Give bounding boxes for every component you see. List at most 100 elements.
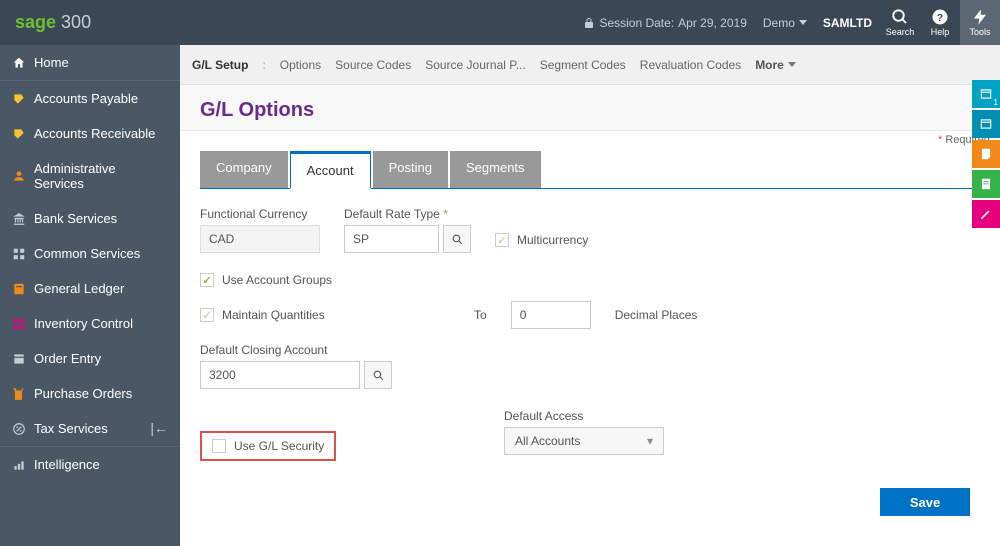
multicurrency-label: Multicurrency [517, 233, 588, 247]
search-icon [451, 233, 464, 246]
company-menu-label: Demo [763, 16, 795, 30]
search-button[interactable]: Search [880, 0, 920, 45]
company-menu[interactable]: Demo [755, 16, 815, 30]
page-header: G/L Options * Required [180, 85, 1000, 131]
default-rate-type-field[interactable] [344, 225, 439, 253]
sidebar-item-admin[interactable]: Administrative Services [0, 151, 180, 201]
use-account-groups-checkbox[interactable] [200, 273, 214, 287]
home-icon [12, 56, 26, 70]
use-gl-security-label: Use G/L Security [234, 439, 324, 453]
note-icon [979, 147, 993, 161]
help-button[interactable]: ? Help [920, 0, 960, 45]
intelligence-icon [12, 458, 26, 472]
sidebar-item-oe[interactable]: Order Entry [0, 341, 180, 376]
breadcrumb-source-codes[interactable]: Source Codes [335, 58, 411, 72]
sidebar-item-bank[interactable]: Bank Services [0, 201, 180, 236]
default-rate-type-finder[interactable] [443, 225, 471, 253]
order-icon [12, 352, 26, 366]
window-icon-2 [979, 117, 993, 131]
tab-segments[interactable]: Segments [450, 151, 541, 188]
use-account-groups-label: Use Account Groups [222, 273, 332, 287]
sidebar-item-label: Inventory Control [34, 316, 133, 331]
svg-text:?: ? [937, 12, 943, 24]
breadcrumb-segment-codes[interactable]: Segment Codes [540, 58, 626, 72]
breadcrumb-options[interactable]: Options [280, 58, 321, 72]
maintain-quantities-label: Maintain Quantities [222, 308, 325, 322]
search-icon [891, 8, 909, 26]
side-tab-3[interactable] [972, 140, 1000, 168]
sidebar-item-label: Tax Services [34, 421, 108, 436]
tools-icon [971, 8, 989, 26]
tabs: Company Account Posting Segments [200, 151, 980, 189]
default-closing-account-label: Default Closing Account [200, 343, 980, 357]
to-field[interactable] [511, 301, 591, 329]
side-tab-1[interactable]: 1 [972, 80, 1000, 108]
company-code[interactable]: SAMLTD [815, 16, 880, 30]
session-label: Session Date: [599, 16, 674, 30]
caret-down-icon [799, 20, 807, 25]
sidebar-home[interactable]: Home [0, 45, 180, 80]
bank-icon [12, 212, 26, 226]
ledger-icon [12, 282, 26, 296]
save-button[interactable]: Save [880, 488, 970, 516]
sidebar-item-common[interactable]: Common Services [0, 236, 180, 271]
inventory-icon [12, 317, 26, 331]
sidebar-item-label: Common Services [34, 246, 140, 261]
caret-down-icon: ▾ [647, 434, 653, 448]
sidebar-item-label: Administrative Services [34, 161, 168, 191]
tools-button[interactable]: Tools [960, 0, 1000, 45]
side-tab-badge: 1 [994, 98, 998, 107]
sidebar-item-gl[interactable]: General Ledger [0, 271, 180, 306]
tab-account[interactable]: Account [290, 151, 371, 189]
sidebar-item-ar[interactable]: Accounts Receivable [0, 116, 180, 151]
page-title: G/L Options [200, 99, 980, 122]
side-tab-4[interactable] [972, 170, 1000, 198]
caret-down-icon [788, 62, 796, 67]
tab-posting[interactable]: Posting [373, 151, 448, 188]
breadcrumb-source-journal[interactable]: Source Journal P... [425, 58, 526, 72]
default-access-value: All Accounts [515, 434, 580, 448]
breadcrumb-revaluation[interactable]: Revaluation Codes [640, 58, 741, 72]
sidebar-item-ap[interactable]: Accounts Payable [0, 81, 180, 116]
sidebar-item-po[interactable]: Purchase Orders [0, 376, 180, 411]
side-tab-2[interactable] [972, 110, 1000, 138]
report-icon [979, 177, 993, 191]
breadcrumb: G/L Setup : Options Source Codes Source … [180, 45, 1000, 85]
sidebar-home-label: Home [34, 55, 69, 70]
help-icon: ? [931, 8, 949, 26]
sidebar-item-label: Order Entry [34, 351, 101, 366]
tab-company[interactable]: Company [200, 151, 288, 188]
sidebar-item-intelligence[interactable]: Intelligence [0, 447, 180, 482]
default-access-dropdown[interactable]: All Accounts ▾ [504, 427, 664, 455]
session-date: Session Date: Apr 29, 2019 [575, 16, 754, 30]
use-gl-security-checkbox[interactable] [212, 439, 226, 453]
sidebar-collapse-button[interactable]: |← [150, 420, 168, 436]
multicurrency-checkbox [495, 233, 509, 247]
logo[interactable]: sage 300 [0, 12, 106, 33]
functional-currency-label: Functional Currency [200, 207, 320, 221]
default-closing-account-field[interactable] [200, 361, 360, 389]
default-access-label: Default Access [504, 409, 664, 423]
side-tabs: 1 [972, 80, 1000, 228]
help-label: Help [931, 27, 950, 37]
sidebar-item-label: Accounts Payable [34, 91, 138, 106]
purchase-icon [12, 387, 26, 401]
session-date-value: Apr 29, 2019 [678, 16, 747, 30]
decimal-places-label: Decimal Places [615, 308, 698, 322]
side-tab-5[interactable] [972, 200, 1000, 228]
search-label: Search [886, 27, 915, 37]
content: Company Account Posting Segments Functio… [180, 131, 1000, 461]
sidebar-item-label: Bank Services [34, 211, 117, 226]
tax-icon [12, 422, 26, 436]
sidebar-item-label: Purchase Orders [34, 386, 132, 401]
pen-icon [979, 207, 993, 221]
lock-icon [583, 17, 595, 29]
default-closing-account-finder[interactable] [364, 361, 392, 389]
breadcrumb-more[interactable]: More [755, 58, 796, 72]
topbar: sage 300 Session Date: Apr 29, 2019 Demo… [0, 0, 1000, 45]
sidebar-item-inventory[interactable]: Inventory Control [0, 306, 180, 341]
sidebar-item-label: Intelligence [34, 457, 100, 472]
logo-300: 300 [61, 12, 91, 32]
window-icon [979, 87, 993, 101]
gl-security-highlight: Use G/L Security [200, 431, 336, 461]
